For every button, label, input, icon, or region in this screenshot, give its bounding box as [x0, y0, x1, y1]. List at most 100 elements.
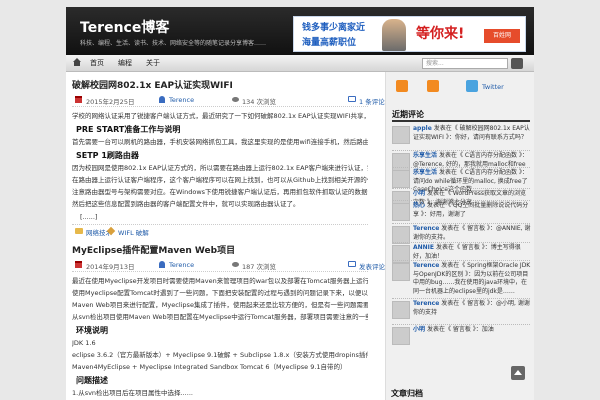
avatar	[392, 263, 410, 281]
sidebar: Twitter 近期评论 apple 发表在《 破解校园网802.1x EAP认…	[385, 72, 534, 400]
comment-text: Terence 发表在《 留言板 》：@小明, 谢谢你的支持	[413, 300, 531, 317]
comment-author[interactable]: Terence	[413, 262, 439, 269]
post-author[interactable]: Terence	[169, 261, 194, 269]
comment-divider	[392, 324, 530, 325]
archive-title: 文章归档	[391, 389, 423, 398]
comment-divider	[392, 167, 530, 168]
user-icon	[159, 261, 165, 268]
comment-author[interactable]: ANNIE	[413, 244, 434, 251]
section-divider	[392, 120, 530, 122]
comment-icon	[348, 261, 356, 267]
comment-divider	[392, 260, 530, 261]
comment-text: 热心 发表在《 QQ空间批量删除说说代码分享 》：好用，谢谢了	[413, 202, 531, 219]
calendar-icon	[75, 261, 82, 268]
post-paragraph: 在路由器上运行认证客户端程序，这个客户端程序可以在网上找到，也可以从Github…	[72, 176, 368, 184]
site-title[interactable]: Terence博客	[80, 17, 169, 37]
avatar	[392, 203, 410, 221]
post-date: 2015年2月25日	[86, 98, 135, 106]
post-article: MyEclipse插件配置Maven Web项目 2014年9月13日 Tere…	[72, 243, 385, 398]
mail-icon[interactable]	[427, 80, 439, 92]
nav-item-about[interactable]: 关于	[146, 58, 160, 68]
post-date: 2014年9月13日	[86, 263, 135, 271]
banner-line2: 海量高薪职位	[302, 38, 357, 48]
views-icon	[232, 97, 239, 102]
avatar	[392, 126, 410, 144]
comment-author[interactable]: 乐享生活	[413, 152, 437, 159]
comment-divider	[392, 150, 530, 151]
post-article: 破解校园网802.1x EAP认证实现WIFI 2015年2月25日 Teren…	[72, 78, 385, 237]
comment-author[interactable]: 热心	[413, 202, 425, 209]
post-paragraph: Maven4MyEclipse + Myeclipse Integrated S…	[72, 363, 347, 371]
post-paragraph: 学校的网络认证采用了锐捷客户端认证方式，最近研究了一下如何破解802.1x EA…	[72, 112, 368, 120]
post-paragraph: 首先需要一台可以刷机的路由器，手机安装网络抓包工具，我这里实现的是使用wifi连…	[72, 137, 368, 147]
comment-divider	[392, 242, 530, 243]
comment-divider	[392, 200, 530, 201]
comment-excerpt[interactable]: 发表在《 QQ空间批量删除说说代码分享 》：好用，谢谢了	[413, 202, 528, 218]
comment-author[interactable]: Terence	[413, 300, 439, 307]
comment-author[interactable]: Terence	[413, 225, 439, 232]
post-title[interactable]: 破解校园网802.1x EAP认证实现WIFI	[72, 78, 368, 91]
post-paragraph: JDK 1.6	[72, 339, 96, 347]
post-comments-link[interactable]: 发表评论	[359, 261, 385, 271]
post-meta: 2015年2月25日 Terence 134 次浏览 1 条评论	[72, 95, 385, 107]
post-title[interactable]: MyEclipse插件配置Maven Web项目	[72, 243, 368, 256]
avatar	[392, 153, 410, 171]
post-list: 破解校园网802.1x EAP认证实现WIFI 2015年2月25日 Teren…	[72, 78, 385, 400]
post-views: 134 次浏览	[242, 98, 276, 106]
views-icon	[232, 262, 239, 267]
post-comments-link[interactable]: 1 条评论	[359, 96, 385, 106]
post-paragraph: eclipse 3.6.2（官方最新版本）+ Myeclipse 9.1破解 +…	[72, 351, 368, 359]
post-paragraph: 然后把这些信息配置到路由器的客户端配置文件中，就可以实现路由器认证了。	[72, 200, 300, 208]
post-views: 187 次浏览	[242, 263, 276, 271]
comment-author[interactable]: 小明	[413, 326, 425, 333]
comment-author[interactable]: 小明	[413, 190, 425, 197]
comment-text: Terence 发表在《 Spring框架Oracle JDK与OpenJDK的…	[413, 262, 531, 296]
read-more-link[interactable]: [......]	[80, 213, 368, 221]
post-heading: SETP 1刷路由器	[76, 151, 139, 160]
twitter-icon[interactable]	[466, 80, 478, 92]
calendar-icon	[75, 96, 82, 103]
post-tags-list[interactable]: WIFL 破解	[118, 227, 149, 237]
avatar	[392, 170, 410, 188]
post-tags: 网络技术 WIFL 破解	[72, 224, 368, 237]
home-icon[interactable]	[73, 58, 81, 66]
ad-banner[interactable]: 钱多事少离家近 海量高薪职位 等你来! 百姓网	[293, 16, 526, 52]
user-icon	[159, 96, 165, 103]
nav-item-programming[interactable]: 编程	[118, 58, 132, 68]
post-heading: PRE START准备工作与说明	[76, 125, 181, 134]
comment-author[interactable]: apple	[413, 125, 432, 132]
comment-author[interactable]: 乐享生活	[413, 169, 437, 176]
nav-item-home[interactable]: 首页	[90, 58, 104, 68]
search-input[interactable]: 搜索...	[422, 58, 508, 69]
comment-text: apple 发表在《 破解校园网802.1x EAP认证实现WIFI 》：你好，…	[413, 125, 531, 142]
banner-line1: 钱多事少离家近	[302, 23, 366, 33]
banner-headline: 等你来!	[416, 26, 465, 42]
comment-text: Terence 发表在《 留言板 》：@ANNIE, 谢谢你的支持。	[413, 225, 531, 242]
twitter-link[interactable]: Twitter	[482, 83, 504, 91]
banner-logo: 百姓网	[484, 29, 520, 43]
post-author[interactable]: Terence	[169, 96, 194, 104]
comment-text: 小明 发表在《 留言板 》：加油	[413, 326, 531, 335]
post-meta: 2014年9月13日 Terence 187 次浏览 发表评论	[72, 260, 385, 272]
main-nav: 首页 编程 关于 搜索...	[66, 55, 534, 72]
comment-divider	[392, 188, 530, 189]
avatar	[392, 301, 410, 319]
site-header: Terence博客 科技、编程、生活、读书、技术、网络安全等的随笔记录分享博客……	[66, 7, 534, 55]
post-heading: 环境说明	[76, 326, 108, 335]
site-description: 科技、编程、生活、读书、技术、网络安全等的随笔记录分享博客……	[80, 40, 267, 47]
rss-icon[interactable]	[396, 80, 408, 92]
post-paragraph: 最近在使用Myeclipse开发项目时需要使用Maven来管理项目的war包以及…	[72, 277, 368, 285]
post-paragraph: 注意路由器型号与架构需要对应。在Windows下使用锐捷客户端认证后，再用抓包软…	[72, 188, 368, 196]
scroll-to-top-button[interactable]	[511, 366, 525, 380]
avatar	[392, 327, 410, 345]
post-paragraph: 使用Myeclipse配置Tomcat时遇到了一些问题，下面把安装配置的过程与遇…	[72, 289, 368, 297]
search-button[interactable]	[511, 58, 523, 69]
post-heading: 问题描述	[76, 376, 108, 385]
banner-person-image	[382, 19, 406, 51]
comment-icon	[348, 96, 356, 102]
comment-text: ANNIE 发表在《 留言板 》：博主写得很好，加油！	[413, 244, 531, 261]
comment-divider	[392, 223, 530, 224]
comment-excerpt[interactable]: 发表在《 留言板 》：加油	[427, 326, 494, 333]
post-paragraph: 1.从svn检出项目后在项目属性中选择......	[72, 389, 193, 397]
post-paragraph: 因为校园网是使用802.1x EAP认证方式的，所以需要在路由器上运行802.1…	[72, 164, 368, 172]
